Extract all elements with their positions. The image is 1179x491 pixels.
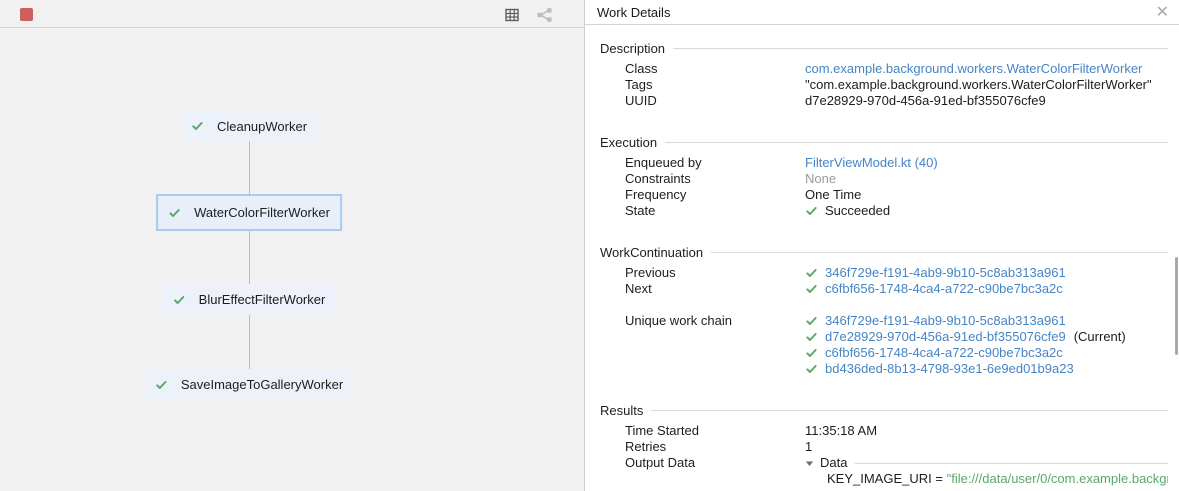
success-check-icon	[191, 120, 204, 132]
row-label: Time Started	[625, 423, 805, 439]
success-check-icon	[168, 207, 181, 219]
output-key-value: "file:///data/user/0/com.example.backgro…	[947, 471, 1168, 486]
section-divider	[665, 142, 1168, 143]
row-label: Constraints	[625, 171, 805, 187]
state-value: Succeeded	[825, 203, 890, 219]
work-node-blureffectfilterworker[interactable]: BlurEffectFilterWorker	[163, 284, 336, 315]
row-label: Tags	[625, 77, 805, 93]
graph-view-icon[interactable]	[536, 6, 553, 23]
row-chain-3: c6fbf656-1748-4ca4-a722-c90be7bc3a2c	[585, 345, 1168, 361]
output-key-name: KEY_IMAGE_URI	[827, 471, 932, 486]
success-check-icon	[155, 379, 168, 391]
section-execution: Execution Enqueued by FilterViewModel.kt…	[585, 134, 1168, 219]
work-node-label: WaterColorFilterWorker	[194, 205, 330, 220]
row-next: Next c6fbf656-1748-4ca4-a722-c90be7bc3a2…	[585, 281, 1168, 297]
work-node-cleanupworker[interactable]: CleanupWorker	[181, 111, 317, 141]
success-check-icon	[805, 347, 818, 359]
row-time-started: Time Started 11:35:18 AM	[585, 423, 1168, 439]
success-check-icon	[805, 283, 818, 295]
vertical-scrollbar-thumb[interactable]	[1175, 257, 1178, 355]
row-class: Class com.example.background.workers.Wat…	[585, 61, 1168, 77]
work-graph-canvas[interactable]: CleanupWorker WaterColorFilterWorker Blu…	[0, 28, 585, 490]
chain-work-link[interactable]: 346f729e-f191-4ab9-9b10-5c8ab313a961	[825, 313, 1066, 329]
row-key-image-uri: KEY_IMAGE_URI = "file:///data/user/0/com…	[585, 471, 1168, 487]
row-enqueued-by: Enqueued by FilterViewModel.kt (40)	[585, 155, 1168, 171]
row-chain-4: bd436ded-8b13-4798-93e1-6e9ed01b9a23	[585, 361, 1168, 377]
section-divider	[651, 410, 1168, 411]
work-details-header: Work Details ✕	[585, 0, 1179, 25]
equals-sign: =	[932, 471, 947, 486]
work-node-label: CleanupWorker	[217, 119, 307, 134]
row-uuid: UUID d7e28929-970d-456a-91ed-bf355076cfe…	[585, 93, 1168, 109]
row-chain-2: d7e28929-970d-456a-91ed-bf355076cfe9 (Cu…	[585, 329, 1168, 345]
close-icon[interactable]: ✕	[1156, 2, 1169, 22]
section-heading: Results	[600, 403, 643, 418]
success-check-icon	[805, 267, 818, 279]
background-task-inspector: CleanupWorker WaterColorFilterWorker Blu…	[0, 0, 1179, 491]
frequency-value: One Time	[805, 187, 1168, 203]
chain-work-link[interactable]: bd436ded-8b13-4798-93e1-6e9ed01b9a23	[825, 361, 1074, 377]
success-check-icon	[805, 315, 818, 327]
time-started-value: 11:35:18 AM	[805, 423, 1168, 439]
row-output-data: Output Data Data	[585, 455, 1168, 471]
next-work-link[interactable]: c6fbf656-1748-4ca4-a722-c90be7bc3a2c	[825, 281, 1063, 297]
row-label: Output Data	[625, 455, 805, 471]
tags-value: "com.example.background.workers.WaterCol…	[805, 77, 1168, 93]
row-label: Retries	[625, 439, 805, 455]
section-heading: Execution	[600, 135, 657, 150]
enqueued-by-link[interactable]: FilterViewModel.kt (40)	[805, 155, 938, 171]
row-label: Previous	[625, 265, 805, 281]
row-label: Next	[625, 281, 805, 297]
section-results: Results Time Started 11:35:18 AM Retries…	[585, 402, 1168, 487]
table-view-icon[interactable]	[503, 6, 520, 23]
row-tags: Tags "com.example.background.workers.Wat…	[585, 77, 1168, 93]
row-previous: Previous 346f729e-f191-4ab9-9b10-5c8ab31…	[585, 265, 1168, 281]
data-group-divider	[855, 463, 1168, 464]
row-label: Unique work chain	[625, 313, 805, 329]
chain-work-link-current[interactable]: d7e28929-970d-456a-91ed-bf355076cfe9	[825, 329, 1066, 345]
work-node-watercolorfilterworker-selected[interactable]: WaterColorFilterWorker	[156, 194, 342, 231]
row-label: Enqueued by	[625, 155, 805, 171]
section-divider	[711, 252, 1168, 253]
section-heading: Description	[600, 41, 665, 56]
previous-work-link[interactable]: 346f729e-f191-4ab9-9b10-5c8ab313a961	[825, 265, 1066, 281]
work-node-label: SaveImageToGalleryWorker	[181, 377, 343, 392]
work-graph-pane: CleanupWorker WaterColorFilterWorker Blu…	[0, 0, 585, 491]
collapse-arrow-icon[interactable]	[805, 459, 814, 468]
row-state: State Succeeded	[585, 203, 1168, 219]
success-check-icon	[805, 331, 818, 343]
graph-toolbar	[0, 0, 584, 28]
row-label: Class	[625, 61, 805, 77]
section-heading: WorkContinuation	[600, 245, 703, 260]
row-chain-1: Unique work chain 346f729e-f191-4ab9-9b1…	[585, 313, 1168, 329]
unique-work-chain: Unique work chain 346f729e-f191-4ab9-9b1…	[585, 313, 1168, 377]
class-link[interactable]: com.example.background.workers.WaterColo…	[805, 61, 1142, 77]
work-details-title: Work Details	[597, 5, 670, 20]
work-node-saveimagetogalleryworker[interactable]: SaveImageToGalleryWorker	[145, 369, 353, 400]
work-node-label: BlurEffectFilterWorker	[199, 292, 326, 307]
row-label: State	[625, 203, 805, 219]
row-constraints: Constraints None	[585, 171, 1168, 187]
success-check-icon	[805, 363, 818, 375]
work-details-content: Description Class com.example.background…	[585, 40, 1179, 487]
section-divider	[673, 48, 1168, 49]
graph-connector-line	[249, 125, 250, 386]
data-group-label: Data	[820, 455, 847, 471]
stop-inspector-icon[interactable]	[20, 8, 33, 21]
current-marker: (Current)	[1074, 329, 1126, 345]
work-details-pane: Work Details ✕ Description Class com.exa…	[585, 0, 1179, 491]
section-workcontinuation: WorkContinuation Previous 346f729e-f191-…	[585, 244, 1168, 377]
row-label: UUID	[625, 93, 805, 109]
success-check-icon	[805, 205, 818, 217]
uuid-value: d7e28929-970d-456a-91ed-bf355076cfe9	[805, 93, 1168, 109]
chain-work-link[interactable]: c6fbf656-1748-4ca4-a722-c90be7bc3a2c	[825, 345, 1063, 361]
success-check-icon	[173, 294, 186, 306]
row-retries: Retries 1	[585, 439, 1168, 455]
section-description: Description Class com.example.background…	[585, 40, 1168, 109]
retries-value: 1	[805, 439, 1168, 455]
row-label: Frequency	[625, 187, 805, 203]
constraints-value: None	[805, 171, 1168, 187]
row-frequency: Frequency One Time	[585, 187, 1168, 203]
